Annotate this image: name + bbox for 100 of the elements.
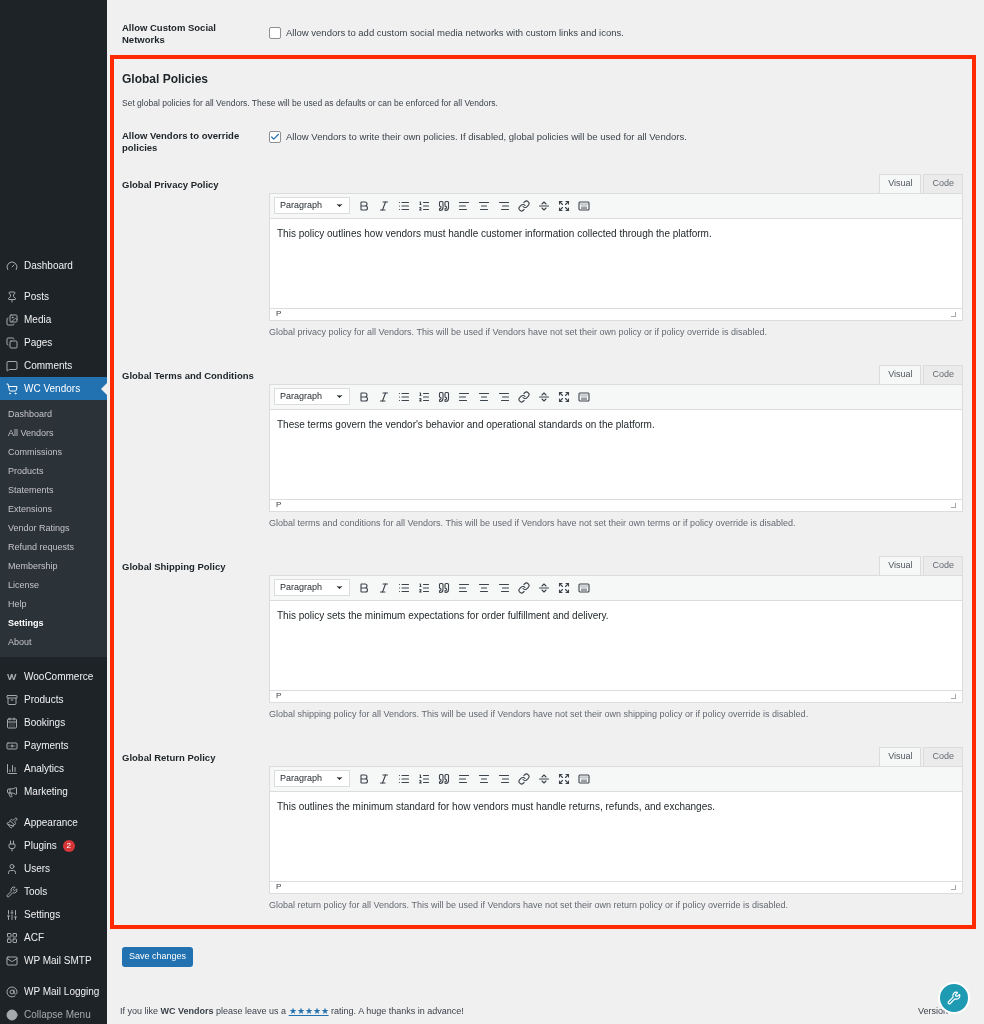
italic-icon[interactable] [378,390,390,403]
bulleted-list-icon[interactable] [398,581,410,594]
italic-icon[interactable] [378,581,390,594]
bold-icon[interactable] [358,390,370,403]
align-right-icon[interactable] [498,199,510,212]
align-left-icon[interactable] [458,772,470,785]
sidebar-item[interactable]: Posts [0,285,107,308]
keyboard-icon[interactable] [578,390,590,403]
format-select[interactable]: Paragraph [274,388,350,406]
align-center-icon[interactable] [478,199,490,212]
resize-handle[interactable] [951,502,956,508]
bold-icon[interactable] [358,772,370,785]
sidebar-item[interactable]: WP Mail SMTP [0,949,107,972]
submenu-item[interactable]: Membership [0,557,107,576]
editor-area[interactable]: These terms govern the vendor's behavior and operational standards on the platform. [269,409,963,499]
link-icon[interactable] [518,772,530,785]
align-center-icon[interactable] [478,772,490,785]
numbered-list-icon[interactable] [418,199,430,212]
editor-tab[interactable]: Visual [879,364,922,384]
bold-icon[interactable] [358,199,370,212]
keyboard-icon[interactable] [578,199,590,212]
sidebar-item[interactable]: Marketing [0,780,107,803]
submenu-item[interactable]: Help [0,595,107,614]
editor-tab[interactable]: Code [923,746,963,766]
checkbox[interactable] [269,130,281,143]
submenu-item[interactable]: Products [0,462,107,481]
fullscreen-icon[interactable] [558,390,570,403]
link-icon[interactable] [518,199,530,212]
sidebar-item[interactable]: Users [0,857,107,880]
submenu-item[interactable]: Settings [0,614,107,633]
sidebar-item[interactable]: Analytics [0,757,107,780]
align-left-icon[interactable] [458,390,470,403]
quote-icon[interactable] [438,199,450,212]
editor-tab[interactable]: Code [923,364,963,384]
editor-tab[interactable]: Visual [879,173,922,193]
sidebar-item[interactable]: Payments [0,734,107,757]
resize-handle[interactable] [951,884,956,890]
read-more-icon[interactable] [538,390,550,403]
editor-tab[interactable]: Code [923,173,963,193]
editor-area[interactable]: This policy sets the minimum expectations for order fulfillment and delivery. [269,600,963,690]
read-more-icon[interactable] [538,581,550,594]
editor-tab[interactable]: Visual [879,746,922,766]
submenu-item[interactable]: Commissions [0,443,107,462]
submenu-item[interactable]: All Vendors [0,424,107,443]
sidebar-item[interactable]: WC Vendors [0,377,107,400]
numbered-list-icon[interactable] [418,581,430,594]
sidebar-item[interactable]: Collapse Menu [0,1003,107,1024]
align-left-icon[interactable] [458,581,470,594]
read-more-icon[interactable] [538,199,550,212]
sidebar-item[interactable]: Media [0,308,107,331]
align-left-icon[interactable] [458,199,470,212]
sidebar-item[interactable]: WooCommerce [0,665,107,688]
keyboard-icon[interactable] [578,581,590,594]
resize-handle[interactable] [951,693,956,699]
format-select[interactable]: Paragraph [274,197,350,215]
quote-icon[interactable] [438,772,450,785]
sidebar-item[interactable]: ACF [0,926,107,949]
quote-icon[interactable] [438,581,450,594]
italic-icon[interactable] [378,199,390,212]
resize-handle[interactable] [951,311,956,317]
rating-link[interactable]: ★★★★★ [288,1005,329,1016]
format-select[interactable]: Paragraph [274,770,350,788]
align-right-icon[interactable] [498,390,510,403]
submenu-item[interactable]: License [0,576,107,595]
fullscreen-icon[interactable] [558,199,570,212]
numbered-list-icon[interactable] [418,772,430,785]
align-right-icon[interactable] [498,772,510,785]
bold-icon[interactable] [358,581,370,594]
fullscreen-icon[interactable] [558,581,570,594]
italic-icon[interactable] [378,772,390,785]
link-icon[interactable] [518,390,530,403]
sidebar-item[interactable]: Appearance [0,811,107,834]
save-button[interactable]: Save changes [122,946,194,967]
bulleted-list-icon[interactable] [398,390,410,403]
submenu-item[interactable]: About [0,633,107,652]
editor-area[interactable]: This outlines the minimum standard for how vendors must handle returns, refunds, and exchanges. [269,791,963,881]
quote-icon[interactable] [438,390,450,403]
bulleted-list-icon[interactable] [398,772,410,785]
submenu-item[interactable]: Vendor Ratings [0,519,107,538]
sidebar-item[interactable]: Pages [0,331,107,354]
sidebar-item[interactable]: Settings [0,903,107,926]
checkbox[interactable] [269,27,281,39]
sidebar-item[interactable]: Comments [0,354,107,377]
editor-tab[interactable]: Code [923,555,963,575]
sidebar-item[interactable]: WP Mail Logging [0,980,107,1003]
align-right-icon[interactable] [498,581,510,594]
link-icon[interactable] [518,581,530,594]
align-center-icon[interactable] [478,390,490,403]
editor-tab[interactable]: Visual [879,555,922,575]
sidebar-item[interactable]: Bookings [0,711,107,734]
numbered-list-icon[interactable] [418,390,430,403]
format-select[interactable]: Paragraph [274,579,350,597]
submenu-item[interactable]: Dashboard [0,405,107,424]
sidebar-item[interactable]: Dashboard [0,254,107,277]
sidebar-item[interactable]: Products [0,688,107,711]
sidebar-item[interactable]: Plugins 2 [0,834,107,857]
editor-area[interactable]: This policy outlines how vendors must handle customer information collected through the platform. [269,218,963,308]
bulleted-list-icon[interactable] [398,199,410,212]
align-center-icon[interactable] [478,581,490,594]
sidebar-item[interactable]: Tools [0,880,107,903]
